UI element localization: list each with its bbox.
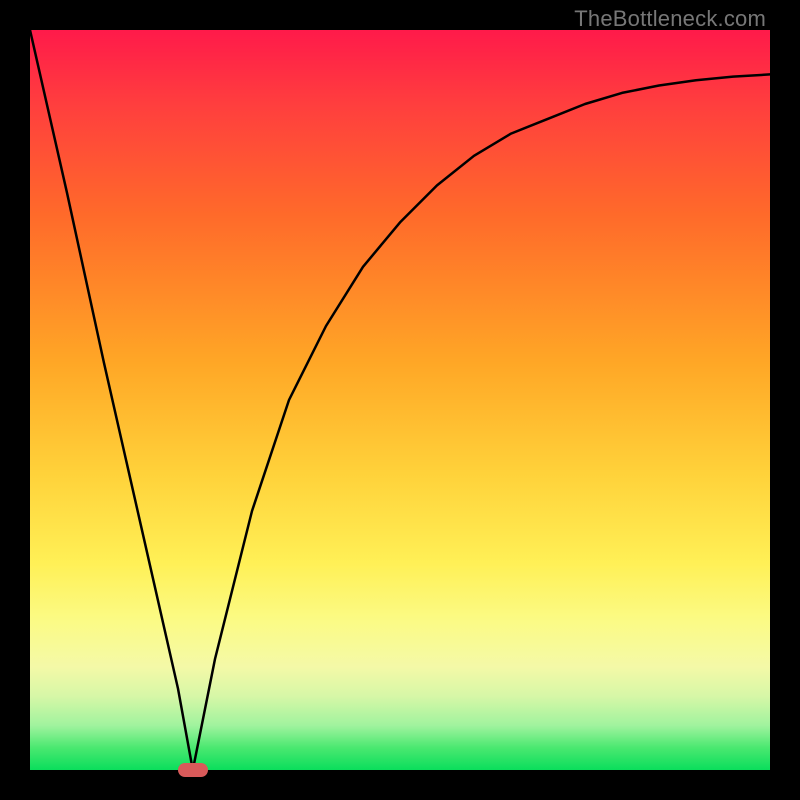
minimum-marker	[178, 763, 208, 777]
chart-container: TheBottleneck.com	[0, 0, 800, 800]
curve-svg	[30, 30, 770, 770]
curve-path	[30, 30, 770, 770]
watermark-text: TheBottleneck.com	[574, 6, 766, 32]
plot-area	[30, 30, 770, 770]
